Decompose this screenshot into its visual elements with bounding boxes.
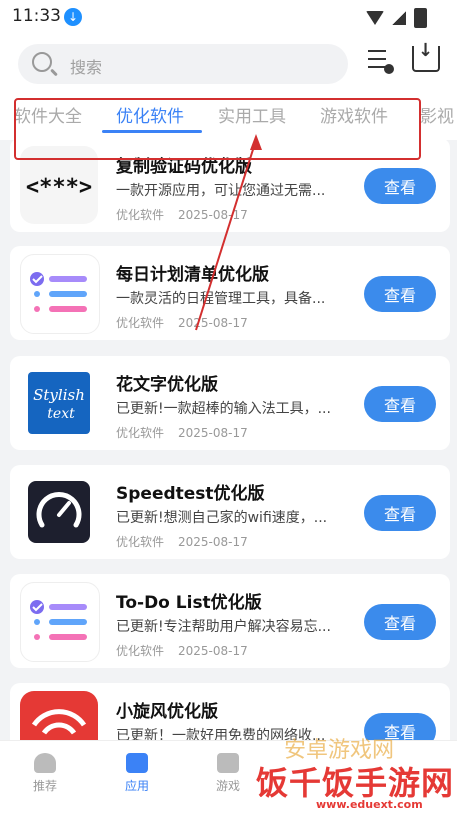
search-bar[interactable]: 搜索 bbox=[18, 44, 348, 84]
search-placeholder: 搜索 bbox=[70, 58, 103, 77]
signal-icon bbox=[392, 11, 406, 25]
watermark: 安卓游戏网 饭千饭手游网 www.eduext.com bbox=[256, 730, 457, 812]
checklist-icon bbox=[20, 254, 100, 334]
speedometer-icon bbox=[20, 473, 98, 551]
list-item[interactable]: 每日计划清单优化版 一款灵活的日程管理工具，具备... 优化软件 2025-08-… bbox=[10, 246, 450, 340]
app-description: 一款灵活的日程管理工具，具备... bbox=[116, 291, 326, 307]
grid-icon bbox=[217, 753, 239, 773]
view-button[interactable]: 查看 bbox=[364, 386, 436, 422]
status-time: 11:33 bbox=[12, 6, 61, 26]
app-date: 2025-08-17 bbox=[178, 426, 248, 440]
watermark-url: www.eduext.com bbox=[316, 798, 423, 811]
app-title: Speedtest优化版 bbox=[116, 484, 265, 504]
nav-apps[interactable]: 应用 bbox=[107, 753, 167, 794]
svg-text:text: text bbox=[47, 406, 75, 422]
search-icon bbox=[32, 52, 52, 72]
app-meta: 优化软件 2025-08-17 bbox=[116, 206, 262, 223]
app-category: 优化软件 bbox=[116, 535, 165, 549]
app-meta: 优化软件 2025-08-17 bbox=[116, 642, 262, 659]
system-icons bbox=[366, 8, 427, 28]
app-meta: 优化软件 2025-08-17 bbox=[116, 424, 262, 441]
app-description: 已更新!一款超棒的输入法工具，... bbox=[116, 401, 331, 417]
status-bar: 11:33 ↓ bbox=[0, 0, 457, 32]
nav-label: 应用 bbox=[124, 779, 149, 793]
battery-icon bbox=[414, 8, 427, 28]
view-button[interactable]: 查看 bbox=[364, 276, 436, 312]
app-category: 优化软件 bbox=[116, 316, 165, 330]
heart-icon bbox=[34, 753, 56, 773]
app-title: 小旋风优化版 bbox=[116, 702, 218, 722]
nav-games[interactable]: 游戏 bbox=[198, 753, 258, 794]
stylish-text-icon: Stylish text bbox=[20, 364, 98, 442]
svg-text:<***>: <***> bbox=[26, 175, 92, 200]
svg-text:Stylish: Stylish bbox=[33, 386, 85, 404]
app-title: 花文字优化版 bbox=[116, 375, 218, 395]
app-category: 优化软件 bbox=[116, 208, 165, 222]
checklist-icon bbox=[20, 582, 100, 662]
view-button[interactable]: 查看 bbox=[364, 168, 436, 204]
annotation-box bbox=[14, 98, 421, 160]
app-date: 2025-08-17 bbox=[178, 644, 248, 658]
view-button[interactable]: 查看 bbox=[364, 495, 436, 531]
view-button[interactable]: 查看 bbox=[364, 604, 436, 640]
app-description: 一款开源应用，可让您通过无需... bbox=[116, 183, 326, 199]
list-item[interactable]: To-Do List优化版 已更新!专注帮助用户解决容易忘... 优化软件 202… bbox=[10, 574, 450, 668]
list-item[interactable]: Stylish text 花文字优化版 已更新!一款超棒的输入法工具，... 优… bbox=[10, 356, 450, 450]
app-title: To-Do List优化版 bbox=[116, 593, 262, 613]
app-title: 每日计划清单优化版 bbox=[116, 265, 269, 285]
history-icon[interactable] bbox=[368, 50, 394, 74]
app-date: 2025-08-17 bbox=[178, 208, 248, 222]
nav-recommend[interactable]: 推荐 bbox=[15, 753, 75, 794]
app-description: 已更新!专注帮助用户解决容易忘... bbox=[116, 619, 331, 635]
nav-label: 游戏 bbox=[215, 779, 240, 793]
tab-video[interactable]: 影视 bbox=[420, 102, 454, 127]
app-description: 已更新!想测自己家的wifi速度，... bbox=[116, 510, 328, 526]
download-progress-icon: ↓ bbox=[64, 8, 82, 26]
app-date: 2025-08-17 bbox=[178, 316, 248, 330]
app-meta: 优化软件 2025-08-17 bbox=[116, 533, 262, 550]
app-meta: 优化软件 2025-08-17 bbox=[116, 314, 262, 331]
wifi-icon bbox=[366, 11, 384, 25]
app-category: 优化软件 bbox=[116, 426, 165, 440]
apps-icon bbox=[126, 753, 148, 773]
nav-label: 推荐 bbox=[32, 779, 57, 793]
app-category: 优化软件 bbox=[116, 644, 165, 658]
app-date: 2025-08-17 bbox=[178, 535, 248, 549]
download-manager-icon[interactable] bbox=[412, 40, 440, 72]
list-item[interactable]: Speedtest优化版 已更新!想测自己家的wifi速度，... 优化软件 20… bbox=[10, 465, 450, 559]
